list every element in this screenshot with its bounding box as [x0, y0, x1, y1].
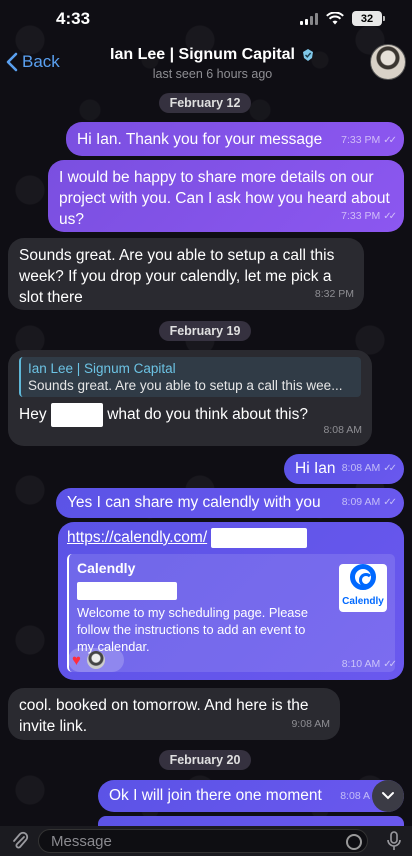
read-checks-icon: ✓✓: [383, 497, 397, 508]
scroll-down-button[interactable]: [372, 780, 404, 812]
outgoing-message[interactable]: Hi Ian. Thank you for your message 7:33 …: [66, 122, 404, 156]
read-checks-icon: ✓✓: [383, 659, 397, 670]
message-text: Hi Ian: [295, 460, 336, 477]
message-text-start: Hey: [19, 406, 47, 424]
contact-avatar[interactable]: [370, 44, 406, 80]
outgoing-message[interactable]: I would be happy to share more details o…: [48, 160, 404, 232]
message-text: Ok I will join there one moment: [109, 787, 322, 804]
outgoing-link-message[interactable]: https://calendly.com/ Calendly Welcome t…: [58, 522, 404, 680]
wifi-icon: [326, 12, 344, 25]
message-text: cool. booked on tomorrow. And here is th…: [19, 697, 309, 735]
read-checks-icon: ✓✓: [383, 463, 397, 474]
reactor-avatar: [86, 651, 105, 669]
calendly-logo: Calendly: [339, 564, 387, 612]
incoming-reply-message[interactable]: Ian Lee | Signum Capital Sounds great. A…: [8, 350, 372, 446]
outgoing-message[interactable]: Ok I will join there one moment 8:08 A: [98, 780, 404, 812]
redacted-preview-title: [77, 581, 177, 600]
date-separator: February 20: [159, 750, 251, 770]
message-time: 8:08 AM: [341, 462, 381, 474]
chevron-left-icon: [6, 52, 18, 72]
sticker-icon[interactable]: [346, 834, 362, 850]
outgoing-message[interactable]: Yes I can share my calendly with you 8:0…: [56, 488, 404, 518]
message-time: 9:08 AM: [291, 718, 330, 730]
message-reaction[interactable]: ♥: [68, 648, 124, 672]
message-time: 8:10 AM: [341, 658, 381, 670]
date-separator: February 19: [159, 321, 251, 341]
read-checks-icon: ✓✓: [383, 211, 397, 222]
heart-icon: ♥: [72, 651, 81, 669]
calendly-logo-text: Calendly: [342, 596, 384, 607]
calendly-link[interactable]: https://calendly.com/: [67, 529, 207, 546]
message-text-end: what do you think about this?: [107, 406, 308, 424]
status-bar: 4:33 32: [0, 0, 412, 36]
chevron-down-icon: [382, 792, 394, 800]
read-checks-icon: ✓✓: [383, 135, 397, 146]
outgoing-message[interactable]: Hi Ian 8:08 AM ✓✓: [284, 454, 404, 484]
message-time: 8:08 A: [340, 790, 370, 802]
chat-header: Back Ian Lee | Signum Capital last seen …: [0, 36, 412, 88]
message-time: 7:33 PM: [341, 210, 381, 222]
attach-icon[interactable]: [10, 831, 30, 851]
contact-name: Ian Lee | Signum Capital: [110, 46, 295, 63]
back-label: Back: [22, 52, 60, 71]
status-time: 4:33: [56, 9, 91, 28]
incoming-message[interactable]: Sounds great. Are you able to setup a ca…: [8, 238, 364, 310]
redacted-link-path: [211, 527, 308, 548]
reply-quote[interactable]: Ian Lee | Signum Capital Sounds great. A…: [19, 357, 361, 397]
message-composer: [0, 826, 412, 856]
message-text: Yes I can share my calendly with you: [67, 494, 321, 511]
verified-badge-icon: [302, 49, 313, 61]
message-time: 8:32 PM: [314, 288, 354, 300]
mic-icon[interactable]: [385, 831, 403, 851]
signal-icon: [300, 12, 318, 25]
message-text: Sounds great. Are you able to setup a ca…: [19, 247, 335, 306]
last-seen: last seen 6 hours ago: [152, 67, 273, 81]
contact-info[interactable]: Ian Lee | Signum Capital last seen 6 hou…: [90, 46, 335, 81]
message-text: Hi Ian. Thank you for your message: [77, 131, 323, 148]
date-separator: February 12: [159, 93, 251, 113]
message-time: 8:09 AM: [341, 496, 381, 508]
reply-snippet: Sounds great. Are you able to setup a ca…: [28, 378, 343, 393]
message-time: 7:33 PM: [341, 134, 381, 146]
back-button[interactable]: Back: [6, 52, 60, 72]
battery-icon: 32: [352, 11, 385, 26]
reply-sender: Ian Lee | Signum Capital: [28, 361, 176, 376]
redacted-name: [50, 403, 103, 427]
status-icons: 32: [300, 11, 385, 26]
incoming-message[interactable]: cool. booked on tomorrow. And here is th…: [8, 688, 340, 740]
message-input[interactable]: [38, 829, 368, 853]
message-time: 8:08 AM: [323, 424, 362, 436]
